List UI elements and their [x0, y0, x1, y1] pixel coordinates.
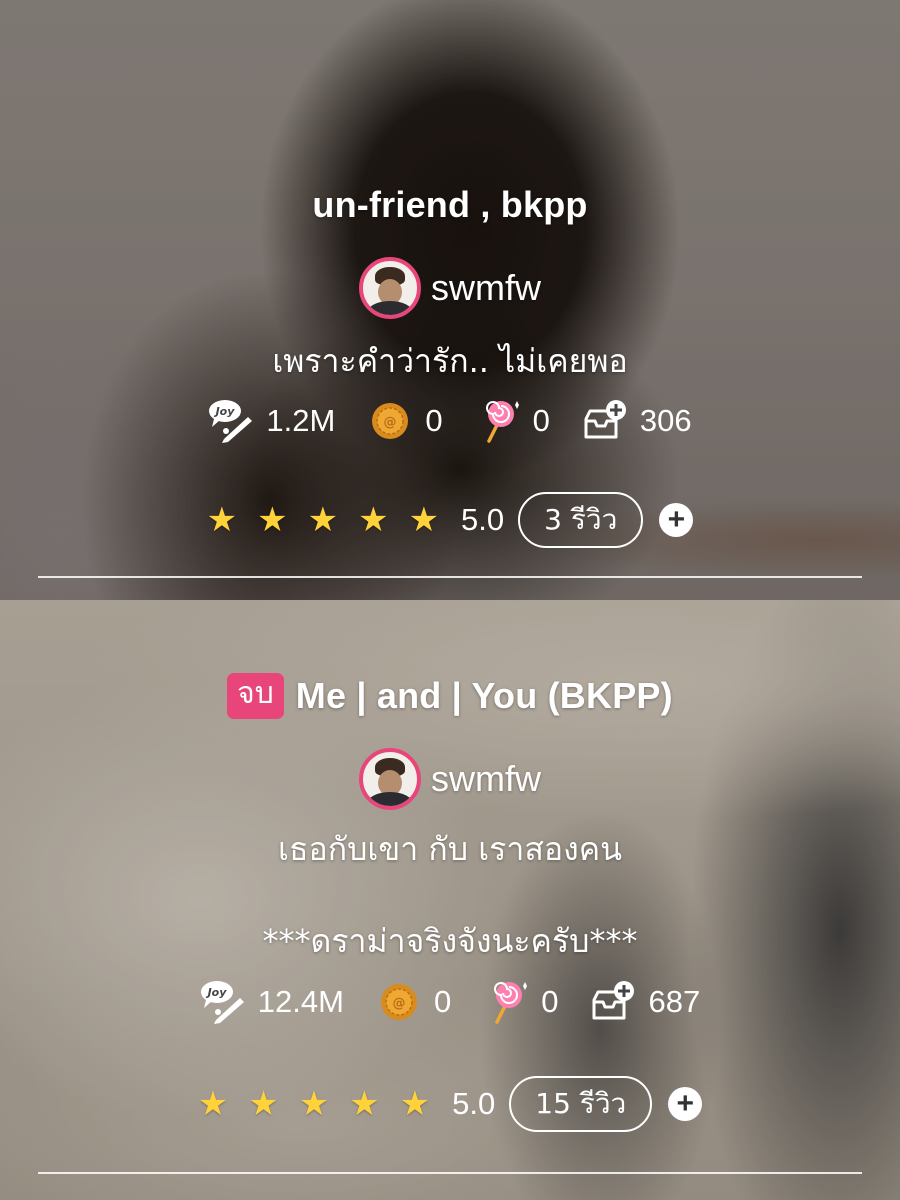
shelf-adds-stat: 687	[590, 980, 700, 1024]
stats-row: Joy 1.2M @ 0 0 306	[0, 397, 900, 445]
reviews-button[interactable]: 3 รีวิว	[518, 492, 644, 548]
rating-value: 5.0	[452, 1086, 496, 1121]
joy-pen-icon: Joy	[209, 400, 253, 443]
lollipop-icon	[485, 401, 519, 443]
star-rating: ★ ★ ★ ★ ★	[198, 1087, 430, 1121]
lollipop-icon	[494, 982, 528, 1024]
author-row[interactable]: swmfw	[0, 257, 900, 319]
title-row: un-friend , bkpp	[0, 177, 900, 233]
title-row: จบ Me | and | You (BKPP)	[0, 668, 900, 724]
star-icon: ★	[197, 1085, 229, 1123]
star-icon: ★	[399, 1085, 431, 1123]
add-icon[interactable]: +	[659, 503, 694, 537]
author-name[interactable]: swmfw	[431, 758, 541, 800]
lollipops-stat: 0	[483, 980, 558, 1024]
star-rating: ★ ★ ★ ★ ★	[207, 503, 439, 537]
story-description: เพราะคำว่ารัก.. ไม่เคยพอ	[272, 342, 628, 380]
svg-text:@: @	[384, 415, 397, 430]
avatar[interactable]	[359, 748, 421, 810]
views-count: 12.4M	[257, 984, 344, 1019]
rating-row: ★ ★ ★ ★ ★ 5.0 15 รีวิว +	[0, 1074, 900, 1134]
add-to-shelf-icon	[592, 981, 635, 1020]
star-icon: ★	[248, 1085, 279, 1123]
svg-text:Joy: Joy	[214, 405, 236, 418]
add-icon[interactable]: +	[668, 1087, 703, 1121]
star-icon: ★	[206, 501, 238, 539]
star-icon: ★	[408, 501, 440, 539]
author-row[interactable]: swmfw	[0, 748, 900, 810]
coin-icon: @	[380, 984, 417, 1020]
divider	[38, 1172, 862, 1174]
divider	[38, 576, 862, 578]
story-card[interactable]: un-friend , bkpp swmfw เพราะคำว่ารัก.. ไ…	[0, 0, 900, 600]
views-count: 1.2M	[266, 403, 336, 438]
svg-text:@: @	[392, 996, 405, 1011]
shelf-adds-stat: 306	[582, 399, 692, 443]
story-title[interactable]: Me | and | You (BKPP)	[296, 675, 673, 717]
lollipops-stat: 0	[475, 399, 550, 443]
story-card[interactable]: จบ Me | and | You (BKPP) swmfw เธอกับเขา…	[0, 600, 900, 1200]
views-stat: Joy 12.4M	[200, 980, 344, 1024]
shelf-adds-count: 687	[648, 984, 701, 1019]
lollipops-count: 0	[541, 984, 559, 1019]
shelf-adds-count: 306	[639, 403, 692, 438]
reviews-button[interactable]: 15 รีวิว	[509, 1076, 653, 1132]
star-icon: ★	[298, 1085, 330, 1123]
coins-stat: @ 0	[367, 399, 443, 443]
author-name[interactable]: swmfw	[431, 267, 541, 309]
coins-count: 0	[433, 984, 452, 1019]
lollipops-count: 0	[532, 403, 550, 438]
star-icon: ★	[358, 501, 389, 539]
story-description: เธอกับเขา กับ เราสองคน ***ดราม่าจริงจังน…	[262, 830, 638, 960]
joy-pen-icon: Joy	[200, 981, 244, 1024]
star-icon: ★	[349, 1085, 380, 1123]
svg-text:Joy: Joy	[205, 986, 227, 999]
completed-badge: จบ	[227, 673, 284, 719]
avatar[interactable]	[359, 257, 421, 319]
views-stat: Joy 1.2M	[208, 399, 335, 443]
coin-icon: @	[372, 403, 409, 439]
rating-row: ★ ★ ★ ★ ★ 5.0 3 รีวิว +	[0, 490, 900, 550]
coins-count: 0	[425, 403, 443, 438]
stats-row: Joy 12.4M @ 0 0 687	[0, 978, 900, 1026]
rating-value: 5.0	[461, 502, 505, 537]
star-icon: ★	[307, 501, 339, 539]
story-title[interactable]: un-friend , bkpp	[312, 184, 587, 226]
add-to-shelf-icon	[584, 400, 626, 439]
coins-stat: @ 0	[376, 980, 451, 1024]
star-icon: ★	[257, 501, 288, 539]
